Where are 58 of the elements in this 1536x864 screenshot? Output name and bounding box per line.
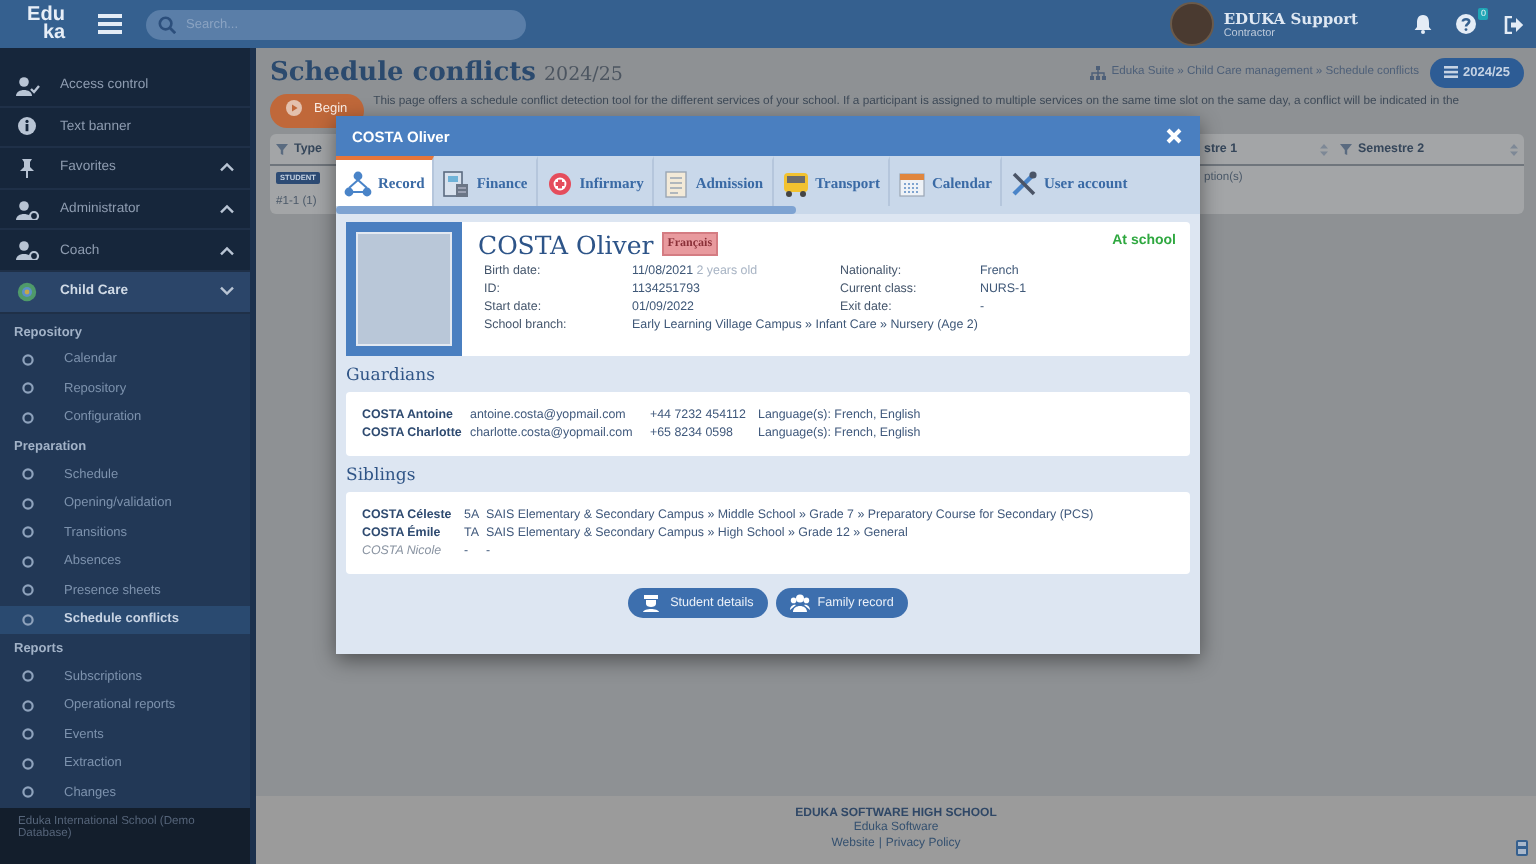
circle-icon bbox=[22, 526, 34, 539]
year-label: 2024/25 bbox=[543, 63, 623, 85]
logo[interactable]: Edu ka bbox=[0, 6, 86, 42]
clipboard-icon bbox=[661, 169, 690, 197]
bell-icon bbox=[1414, 14, 1432, 34]
circle-icon bbox=[22, 468, 34, 481]
sort-icon bbox=[1320, 143, 1328, 155]
pin-icon bbox=[16, 157, 40, 178]
circle-icon bbox=[22, 670, 34, 683]
filter-icon bbox=[1340, 143, 1352, 155]
graduate-icon bbox=[642, 594, 663, 612]
circle-icon bbox=[22, 613, 34, 626]
circle-icon bbox=[22, 584, 34, 597]
person-gear-icon bbox=[16, 240, 40, 261]
section-heading: Siblings bbox=[346, 464, 418, 490]
chevron-icon bbox=[220, 204, 234, 215]
filter-icon bbox=[276, 143, 288, 155]
search-icon bbox=[158, 15, 176, 33]
help-icon bbox=[1456, 14, 1476, 34]
calendar-icon bbox=[897, 169, 926, 197]
logout-button[interactable] bbox=[1500, 11, 1528, 37]
close-button[interactable] bbox=[1164, 126, 1184, 146]
circle-icon bbox=[22, 497, 34, 510]
section-heading: Guardians bbox=[346, 364, 437, 390]
sitemap-icon bbox=[1089, 65, 1106, 79]
person-check-icon bbox=[16, 75, 40, 96]
chevron-icon bbox=[220, 286, 234, 297]
student-name: COSTA Oliver bbox=[478, 229, 654, 259]
sort-icon bbox=[1510, 143, 1518, 155]
logout-icon bbox=[1504, 15, 1524, 33]
circle-icon bbox=[22, 411, 34, 424]
circle-icon bbox=[22, 786, 34, 799]
tools-icon bbox=[1009, 169, 1038, 197]
cross-circle-icon bbox=[545, 169, 574, 197]
ring-icon bbox=[16, 281, 40, 302]
circle-icon bbox=[22, 353, 34, 366]
calculator-icon bbox=[442, 169, 471, 197]
bus-icon bbox=[781, 169, 810, 197]
menu-icon bbox=[98, 14, 122, 34]
calculator-icon bbox=[1516, 840, 1528, 856]
circle-icon bbox=[22, 699, 34, 712]
menu-button[interactable] bbox=[94, 10, 126, 38]
chevron-icon bbox=[220, 245, 234, 256]
circle-icon bbox=[22, 728, 34, 741]
play-icon bbox=[286, 100, 302, 116]
info-icon bbox=[16, 116, 40, 137]
group-icon bbox=[789, 594, 810, 612]
menu-icon bbox=[1443, 66, 1457, 78]
circle-icon bbox=[22, 555, 34, 568]
tree-icon bbox=[344, 169, 372, 197]
person-gear-icon bbox=[16, 199, 40, 220]
chevron-icon bbox=[220, 162, 234, 173]
circle-icon bbox=[22, 757, 34, 770]
scroll-bar[interactable] bbox=[336, 206, 796, 214]
circle-icon bbox=[22, 382, 34, 395]
close-icon bbox=[1166, 128, 1182, 144]
page-title: Schedule conflicts 2024/25 bbox=[270, 57, 623, 87]
notifications-button[interactable] bbox=[1410, 10, 1436, 38]
